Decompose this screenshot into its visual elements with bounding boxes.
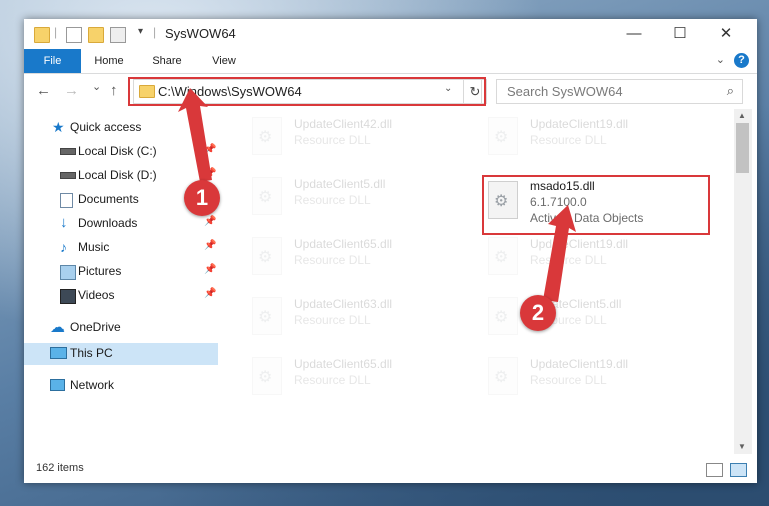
arrow-1 — [178, 88, 212, 182]
arrow-2 — [543, 205, 576, 302]
step-callout-2: 2 — [520, 295, 556, 331]
step-callout-1: 1 — [184, 180, 220, 216]
annotation-arrows — [178, 88, 576, 302]
